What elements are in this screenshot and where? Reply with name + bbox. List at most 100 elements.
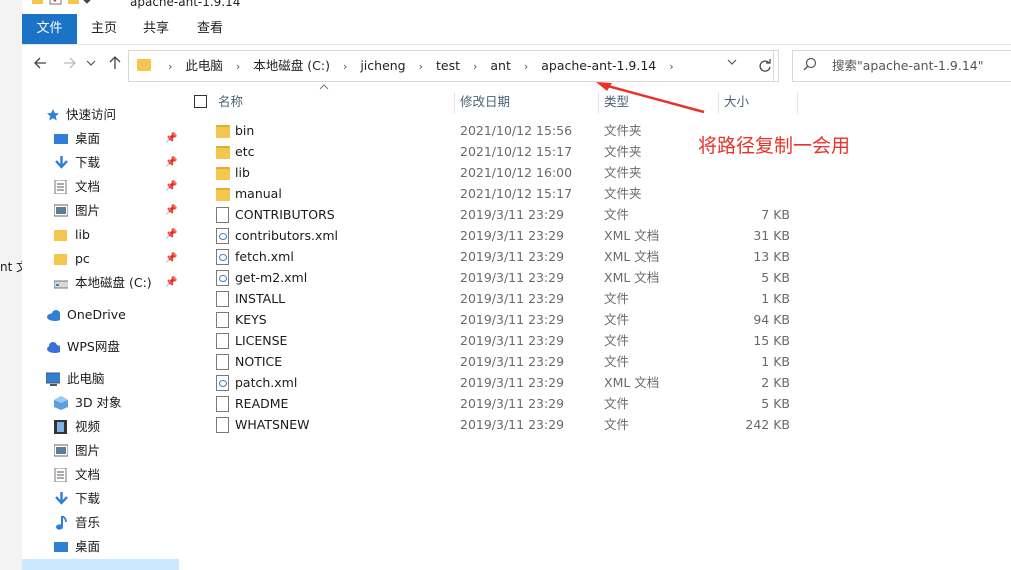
back-button[interactable]: [30, 53, 52, 77]
nav-item-desktop[interactable]: 桌面 📌: [54, 128, 179, 150]
nav-wps-drive[interactable]: WPS网盘: [46, 336, 176, 358]
file-icon: [216, 312, 229, 328]
nav-item-desktop-pc[interactable]: 桌面: [54, 536, 179, 558]
file-date: 2021/10/12 15:17: [460, 186, 573, 201]
arrow-left-icon: [34, 57, 46, 69]
nav-item-local-disk[interactable]: 本地磁盘 (C:) 📌: [54, 272, 179, 294]
nav-label: lib: [75, 227, 90, 242]
forward-button[interactable]: [58, 53, 80, 77]
chevron-right-icon: ›: [473, 60, 478, 73]
nav-item-pc[interactable]: pc 📌: [54, 248, 179, 270]
nav-item-videos[interactable]: 视频: [54, 416, 179, 438]
xml-file-icon: [216, 270, 229, 286]
video-icon: [54, 420, 67, 434]
file-date: 2019/3/11 23:29: [460, 312, 565, 327]
file-row[interactable]: fetch.xml 2019/3/11 23:29 XML 文档 13 KB: [212, 246, 812, 267]
nav-item-downloads-pc[interactable]: 下载: [54, 488, 179, 510]
navigation-pane: 快速访问 桌面 📌 下载 📌 文档 📌 图片 📌 lib 📌 pc 📌 本地磁盘…: [22, 92, 179, 570]
recent-locations-button[interactable]: [84, 53, 98, 77]
file-row[interactable]: patch.xml 2019/3/11 23:29 XML 文档 2 KB: [212, 372, 812, 393]
tab-home[interactable]: 主页: [82, 14, 126, 44]
file-row[interactable]: CONTRIBUTORS 2019/3/11 23:29 文件 7 KB: [212, 204, 812, 225]
file-row[interactable]: lib 2021/10/12 16:00 文件夹: [212, 162, 812, 183]
column-divider[interactable]: [454, 92, 455, 114]
file-row[interactable]: README 2019/3/11 23:29 文件 5 KB: [212, 393, 812, 414]
pin-icon: 📌: [165, 181, 178, 192]
column-divider[interactable]: [797, 92, 798, 114]
up-button[interactable]: [104, 53, 126, 77]
column-header-name[interactable]: 名称: [218, 90, 454, 114]
column-header-size[interactable]: 大小: [724, 90, 796, 114]
file-row[interactable]: contributors.xml 2019/3/11 23:29 XML 文档 …: [212, 225, 812, 246]
tab-share[interactable]: 共享: [134, 14, 178, 44]
drive-icon: [54, 280, 68, 289]
file-row[interactable]: INSTALL 2019/3/11 23:29 文件 1 KB: [212, 288, 812, 309]
folder-icon: [54, 254, 67, 265]
3d-objects-icon: [54, 396, 68, 410]
tab-view[interactable]: 查看: [188, 14, 232, 44]
file-size: 13 KB: [753, 249, 790, 264]
nav-this-pc[interactable]: 此电脑: [46, 368, 176, 390]
cloud-icon: [47, 310, 60, 321]
file-name: WHATSNEW: [235, 417, 310, 432]
window-title: apache-ant-1.9.14: [130, 0, 241, 9]
file-row[interactable]: WHATSNEW 2019/3/11 23:29 文件 242 KB: [212, 414, 812, 435]
column-divider[interactable]: [718, 92, 719, 114]
chevron-right-icon: ›: [418, 60, 424, 73]
nav-item-documents-pc[interactable]: 文档: [54, 464, 179, 486]
address-history-dropdown[interactable]: [727, 57, 737, 67]
file-row[interactable]: NOTICE 2019/3/11 23:29 文件 1 KB: [212, 351, 812, 372]
file-row[interactable]: manual 2021/10/12 15:17 文件夹: [212, 183, 812, 204]
nav-item-3d-objects[interactable]: 3D 对象: [54, 392, 179, 414]
breadcrumb: › 此电脑 › 本地磁盘 (C:) › jicheng › test › ant…: [159, 51, 683, 81]
folder-icon: [32, 0, 43, 4]
nav-item-documents[interactable]: 文档 📌: [54, 176, 179, 198]
file-type: XML 文档: [604, 228, 660, 243]
file-date: 2019/3/11 23:29: [460, 207, 565, 222]
file-row[interactable]: KEYS 2019/3/11 23:29 文件 94 KB: [212, 309, 812, 330]
column-header-date[interactable]: 修改日期: [460, 90, 598, 114]
breadcrumb-item[interactable]: ant: [490, 51, 510, 81]
background-window-strip: nt 文: [0, 0, 28, 570]
breadcrumb-item[interactable]: jicheng: [360, 51, 405, 81]
nav-label: WPS网盘: [67, 339, 120, 354]
nav-quick-access[interactable]: 快速访问: [46, 104, 176, 126]
file-explorer-window: apache-ant-1.9.14 文件 主页 共享 查看 › 此电脑 › 本地…: [22, 0, 1011, 570]
breadcrumb-item[interactable]: apache-ant-1.9.14: [541, 51, 656, 81]
desktop-icon: [54, 542, 68, 552]
nav-item-pictures-pc[interactable]: 图片: [54, 440, 179, 462]
nav-item-downloads[interactable]: 下载 📌: [54, 152, 179, 174]
nav-label: 图片: [75, 203, 101, 218]
file-name: NOTICE: [235, 354, 283, 369]
nav-item-music[interactable]: 音乐: [54, 512, 179, 534]
refresh-button[interactable]: [752, 50, 779, 82]
file-name: etc: [235, 144, 255, 159]
nav-item-pictures[interactable]: 图片 📌: [54, 200, 179, 222]
file-size: 31 KB: [753, 228, 790, 243]
search-box[interactable]: 搜索"apache-ant-1.9.14": [792, 50, 1011, 82]
xml-file-icon: [216, 375, 229, 391]
file-type: XML 文档: [604, 375, 660, 390]
chevron-down-icon: [86, 60, 96, 66]
breadcrumb-item[interactable]: test: [436, 51, 460, 81]
nav-onedrive[interactable]: OneDrive: [46, 304, 176, 326]
nav-item-local-disk-selected[interactable]: [22, 559, 179, 570]
file-name: fetch.xml: [235, 249, 294, 264]
file-date: 2019/3/11 23:29: [460, 228, 565, 243]
file-type: 文件夹: [604, 144, 642, 159]
file-date: 2021/10/12 15:56: [460, 123, 573, 138]
breadcrumb-item[interactable]: 本地磁盘 (C:): [253, 51, 330, 81]
file-row[interactable]: LICENSE 2019/3/11 23:29 文件 15 KB: [212, 330, 812, 351]
tab-file[interactable]: 文件: [22, 14, 77, 44]
file-type: 文件: [604, 333, 630, 348]
breadcrumb-item[interactable]: 此电脑: [185, 51, 223, 81]
select-all-checkbox[interactable]: [194, 95, 207, 108]
file-icon: [216, 417, 229, 433]
file-name: get-m2.xml: [235, 270, 308, 285]
file-name: KEYS: [235, 312, 267, 327]
star-icon: [47, 109, 59, 121]
file-date: 2019/3/11 23:29: [460, 396, 565, 411]
nav-item-lib[interactable]: lib 📌: [54, 224, 179, 246]
file-date: 2019/3/11 23:29: [460, 291, 565, 306]
file-row[interactable]: get-m2.xml 2019/3/11 23:29 XML 文档 5 KB: [212, 267, 812, 288]
